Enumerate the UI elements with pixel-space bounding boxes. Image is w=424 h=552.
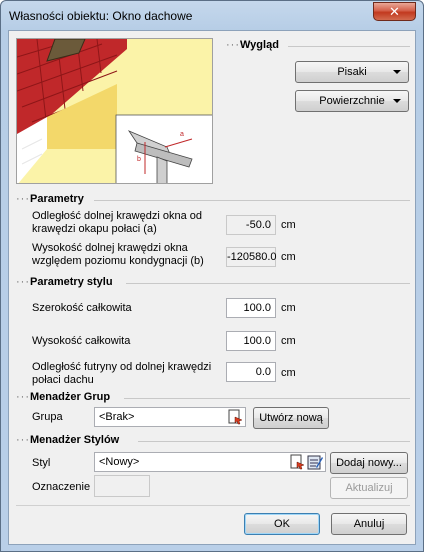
style-select-value: <Nowy> [99, 456, 140, 468]
pens-dropdown-button[interactable]: Pisaki [295, 61, 409, 83]
total-height-field[interactable]: 100.0 [226, 331, 276, 351]
footer-separator [16, 505, 410, 506]
close-button[interactable]: ✕ [373, 2, 416, 21]
title-bar[interactable]: Własności obiektu: Okno dachowe ✕ [1, 1, 423, 31]
designation-label: Oznaczenie [32, 481, 91, 493]
style-manager-section-header: ··· Menadżer Stylów [16, 434, 410, 448]
unit-label: cm [281, 219, 296, 231]
group-browse-icon[interactable] [227, 409, 243, 425]
create-new-group-button[interactable]: Utwórz nową [253, 407, 329, 429]
roof-window-illustration: a b [17, 39, 212, 183]
diagram-label-b: b [137, 156, 141, 163]
chevron-down-icon [393, 70, 401, 74]
chevron-down-icon [393, 99, 401, 103]
appearance-section-label: Wygląd [240, 39, 279, 51]
window-height-level-field[interactable]: -120580.0 [226, 247, 277, 267]
total-height-label: Wysokość całkowita [32, 335, 131, 347]
unit-label: cm [281, 302, 296, 314]
style-parameters-section-header: ··· Parametry stylu [16, 276, 410, 290]
style-manager-section-label: Menadżer Stylów [30, 434, 120, 446]
unit-label: cm [281, 367, 296, 379]
update-style-button[interactable]: Aktualizuj [330, 477, 408, 499]
style-label: Styl [32, 457, 51, 469]
total-width-label: Szerokość całkowita [32, 302, 132, 314]
window-eave-distance-field[interactable]: -50.0 [226, 215, 276, 235]
cancel-button[interactable]: Anuluj [331, 513, 407, 535]
style-browse-icon[interactable] [289, 454, 305, 470]
param-label-b: Wysokość dolnej krawędzi okna względem p… [32, 242, 204, 267]
diagram-label-a: a [180, 131, 184, 138]
style-edit-icon[interactable] [307, 454, 323, 470]
designation-field[interactable] [94, 475, 150, 497]
group-manager-section-label: Menadżer Grup [30, 391, 111, 403]
parameters-section-label: Parametry [30, 193, 84, 205]
parameters-section-header: ··· Parametry [16, 193, 410, 207]
frame-distance-label: Odległość futryny od dolnej krawędzi poł… [32, 361, 212, 386]
total-width-field[interactable]: 100.0 [226, 298, 276, 318]
group-manager-section-header: ··· Menadżer Grup [16, 391, 410, 405]
window-title: Własności obiektu: Okno dachowe [9, 9, 193, 23]
roof-window-preview: a b [16, 38, 213, 184]
surfaces-button-label: Powierzchnie [319, 95, 385, 107]
appearance-section-header: ··· Wygląd [226, 39, 410, 53]
unit-label: cm [281, 335, 296, 347]
unit-label: cm [281, 251, 296, 263]
group-select-value: <Brak> [99, 411, 135, 423]
style-parameters-section-label: Parametry stylu [30, 276, 113, 288]
group-label: Grupa [32, 411, 63, 423]
pens-button-label: Pisaki [337, 66, 367, 78]
ok-button[interactable]: OK [244, 513, 320, 535]
group-select[interactable]: <Brak> [94, 407, 246, 427]
add-new-style-button[interactable]: Dodaj nowy... [330, 452, 408, 474]
frame-distance-field[interactable]: 0.0 [226, 362, 276, 382]
param-label-a: Odległość dolnej krawędzi okna od krawęd… [32, 210, 202, 235]
surfaces-dropdown-button[interactable]: Powierzchnie [295, 90, 409, 112]
